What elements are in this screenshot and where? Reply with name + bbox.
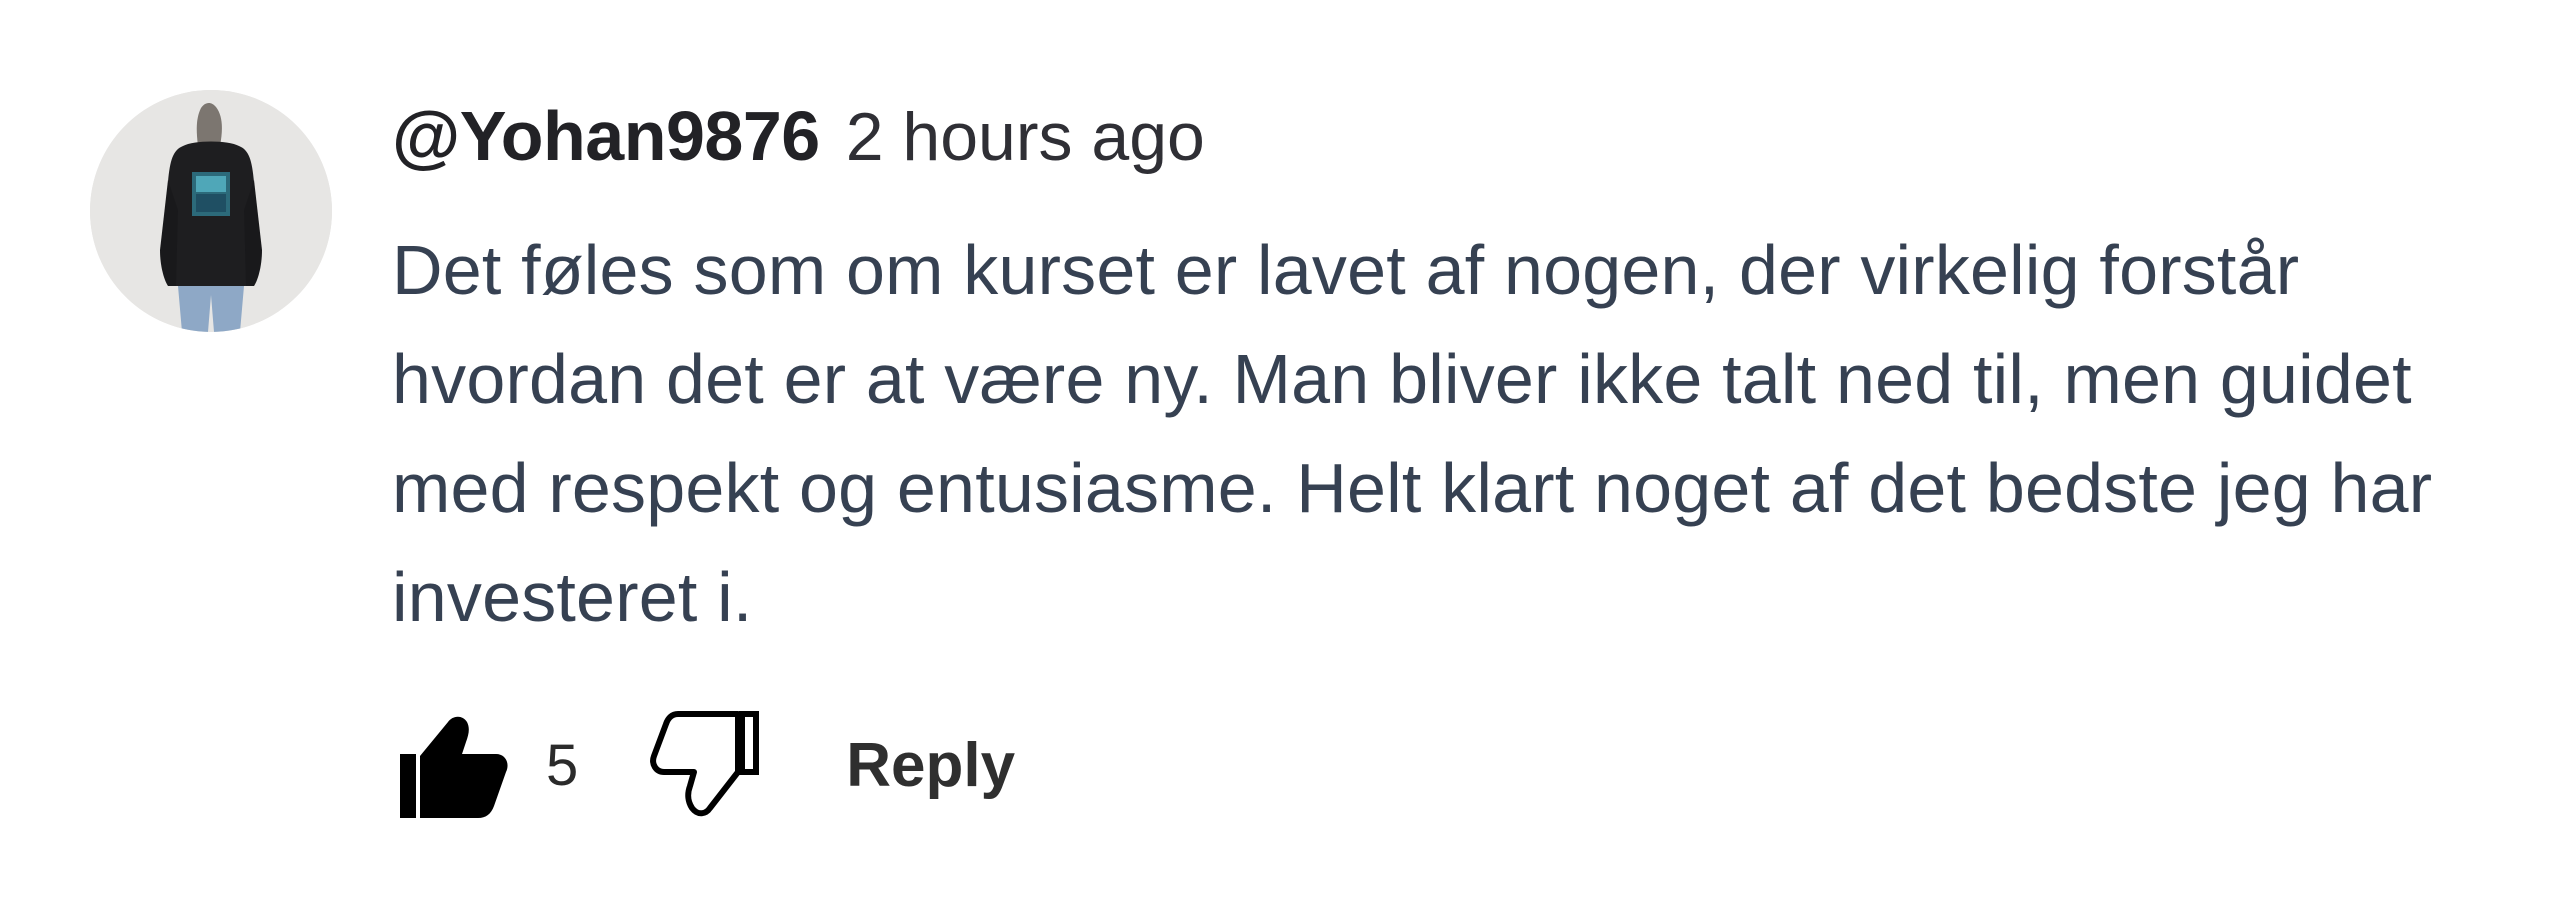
- comment-timestamp[interactable]: 2 hours ago: [846, 98, 1205, 176]
- thumbs-up-icon: [400, 716, 508, 818]
- dislike-button[interactable]: [648, 710, 768, 820]
- comment-content: @Yohan9876 2 hours ago Det føles som om …: [392, 96, 2512, 652]
- avatar-photo-icon: [90, 90, 332, 332]
- user-avatar[interactable]: [90, 90, 332, 332]
- comment-text: Det føles som om kurset er lavet af noge…: [392, 231, 2433, 636]
- comment-item: @Yohan9876 2 hours ago Det føles som om …: [0, 0, 2568, 912]
- like-count: 5: [546, 732, 579, 798]
- comment-header: @Yohan9876 2 hours ago: [392, 96, 2512, 214]
- comment-actions: 5 Reply: [392, 700, 1015, 830]
- like-button[interactable]: [392, 710, 512, 820]
- comment-author[interactable]: @Yohan9876: [392, 96, 820, 176]
- thumbs-down-icon: [650, 711, 760, 817]
- reply-button[interactable]: Reply: [846, 730, 1015, 801]
